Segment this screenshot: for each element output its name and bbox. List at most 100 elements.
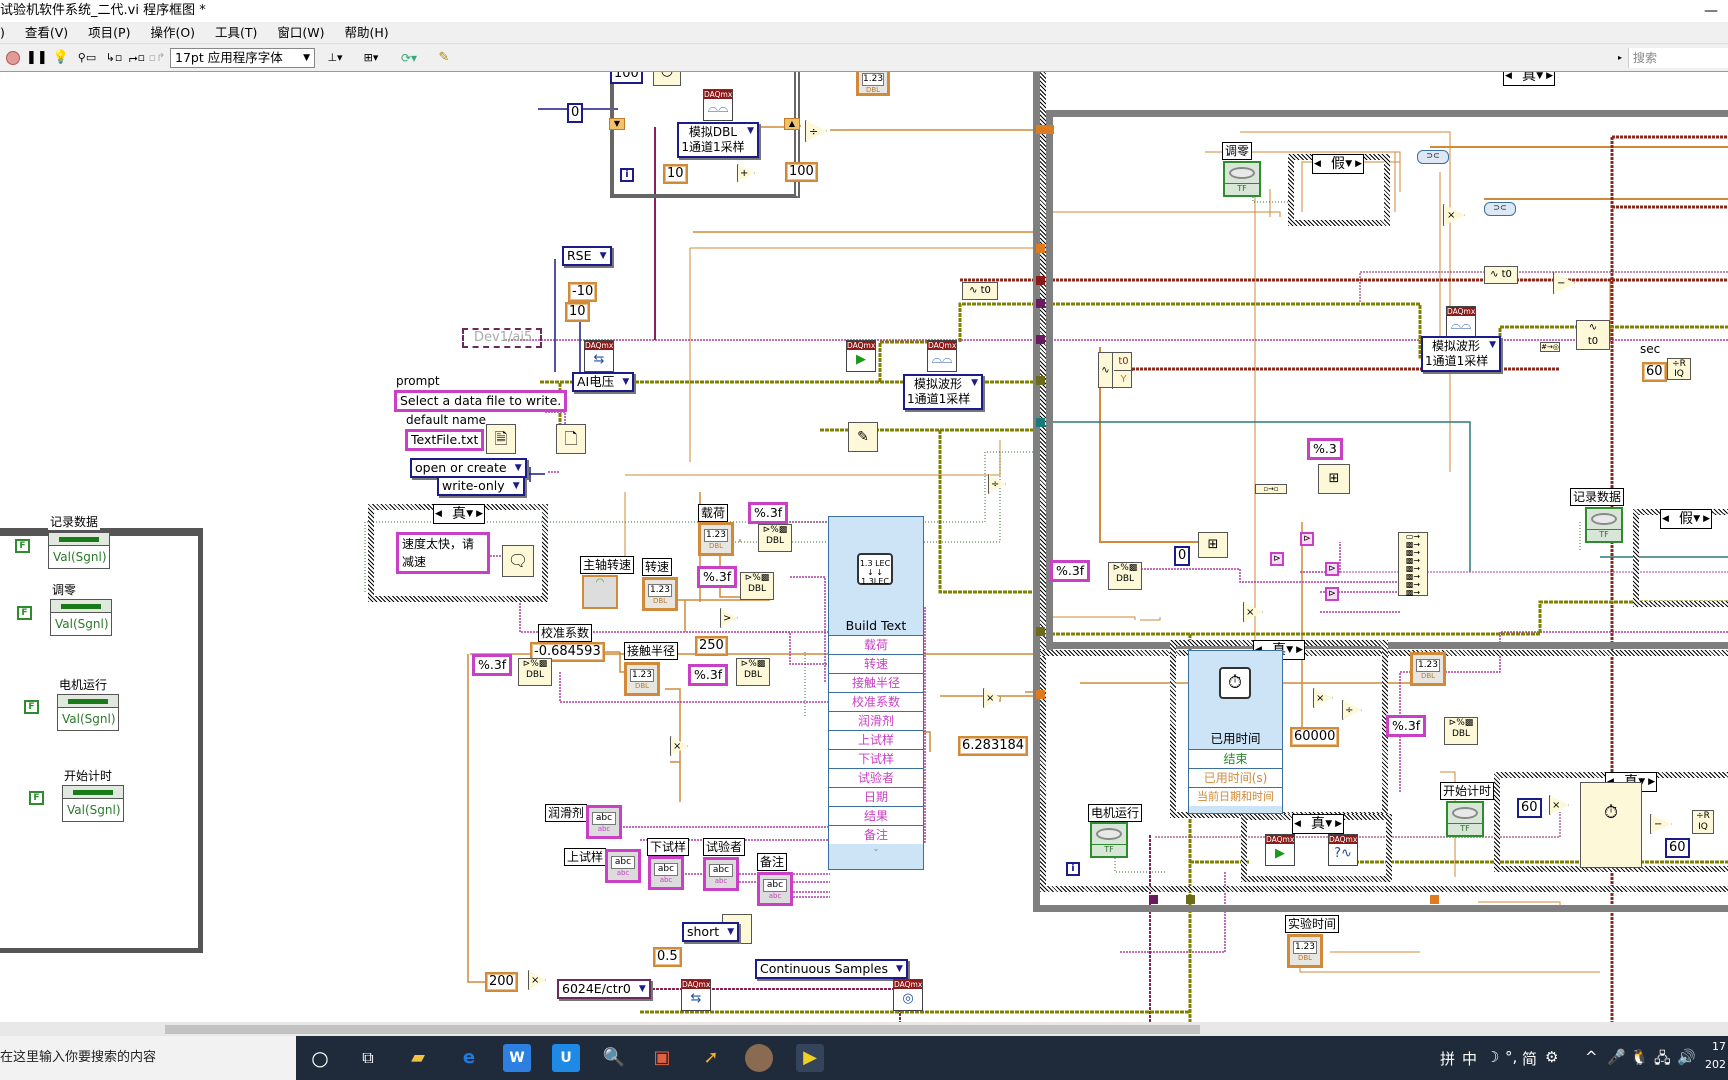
wait-ms-constant[interactable]: 100	[610, 72, 643, 84]
sample-mode-enum[interactable]: Continuous Samples	[755, 959, 908, 979]
build-text-input[interactable]: 备注	[829, 825, 923, 844]
number-to-string-node[interactable]: ⊳%▩ DBL	[736, 658, 770, 686]
build-text-output[interactable]: 结果	[829, 806, 923, 825]
format-string-constant[interactable]: %.3	[1307, 438, 1343, 460]
daqmx-read-node[interactable]: DAQmx ⌓⌓	[703, 89, 733, 121]
spindle-speed-gauge[interactable]: ◠	[582, 575, 618, 609]
highlight-execution-button[interactable]: 💡	[52, 48, 70, 68]
retain-wire-values-button[interactable]: ⚲▭	[76, 48, 98, 68]
build-text-input[interactable]: 上试样	[829, 730, 923, 749]
ime-pinyin-icon[interactable]: 拼	[1440, 1048, 1455, 1069]
ime-settings-icon[interactable]: ⚙	[1545, 1048, 1558, 1066]
pause-button[interactable]: ❚❚	[26, 48, 48, 68]
file-dialog-node[interactable]: 🗎	[486, 424, 516, 454]
daqmx-read-waveform-node[interactable]: DAQmx ⌓⌓	[1446, 306, 1476, 338]
two-pi-constant[interactable]: 6.283184	[958, 736, 1029, 756]
constant-60[interactable]: 60	[1665, 838, 1690, 858]
magnifier-icon[interactable]: 🔍	[600, 1044, 628, 1072]
zero-button[interactable]: TF	[1223, 161, 1261, 197]
task-view-icon[interactable]: ⧉	[354, 1044, 382, 1072]
search-options-arrow[interactable]: ▸	[1614, 48, 1626, 68]
taskbar-search[interactable]: 在这里输入你要搜索的内容	[0, 1036, 296, 1080]
menu-view[interactable]: 查看(V)	[25, 25, 68, 40]
open-mode-enum[interactable]: open or create	[410, 458, 527, 478]
format-string-constant[interactable]: %.3f	[1050, 560, 1091, 582]
menu-operate[interactable]: 操作(O)	[150, 25, 195, 40]
property-node-start-timer[interactable]: Val(Sgnl)	[62, 785, 124, 822]
menu-project[interactable]: 项目(P)	[88, 25, 130, 40]
distribute-button[interactable]: ⊞▾	[358, 48, 384, 68]
local-variable[interactable]: ⊃⊂	[1484, 202, 1516, 216]
remark-control[interactable]: abc abc	[757, 872, 793, 906]
format-string-constant[interactable]: %.3f	[748, 502, 789, 524]
case-selector[interactable]: 假	[1660, 509, 1712, 529]
number-to-string-node[interactable]: ⊳%▩ DBL	[1444, 717, 1478, 745]
physical-channel-constant[interactable]: Dev1/ai5	[462, 328, 542, 348]
menu-window[interactable]: 窗口(W)	[277, 25, 324, 40]
build-text-input[interactable]: 转速	[829, 654, 923, 673]
flat-sequence-frame[interactable]	[0, 528, 203, 953]
build-text-input[interactable]: 日期	[829, 787, 923, 806]
local-variable[interactable]: ⊃⊂	[1417, 150, 1449, 164]
shift-register-left[interactable]: ▼	[609, 118, 625, 130]
number-to-string-node[interactable]: ⊳%▩ DBL	[518, 658, 552, 686]
concatenate-strings-node[interactable]: ▭→ ▩→ ▩→ ▩→ ▩→ ▩→ ▩→ ▩→	[1398, 532, 1428, 597]
daqmx-is-task-done-node[interactable]: DAQmx ?∿	[1328, 834, 1358, 866]
quotient-remainder-function[interactable]: ÷R IQ	[1667, 358, 1691, 380]
network-icon[interactable]: 🖧	[1654, 1048, 1671, 1073]
tray-expand-icon[interactable]: ^	[1585, 1048, 1598, 1066]
powerpoint-icon[interactable]: ▣	[648, 1044, 676, 1072]
constant-200[interactable]: 200	[485, 972, 518, 992]
motor-run-button[interactable]: TF	[1090, 822, 1128, 858]
elapsed-time-output[interactable]: 当前日期和时间	[1189, 787, 1282, 806]
date-format-enum[interactable]: short	[682, 922, 740, 942]
wait-ms-icon[interactable]: ◷	[653, 72, 681, 86]
read-type-selector[interactable]: 模拟DBL 1通道1采样	[677, 122, 759, 158]
daqmx-create-counter-node[interactable]: DAQmx ⇆	[681, 979, 711, 1011]
lower-sample-control[interactable]: abc abc	[648, 856, 684, 890]
build-text-input[interactable]: 下试样	[829, 749, 923, 768]
build-text-input[interactable]: 接触半径	[829, 673, 923, 692]
build-text-express-vi[interactable]: 1.3 LEC ↓ ↓ 1.3LEC Build Text 载荷 转速 接触半径 校…	[828, 516, 924, 870]
align-button[interactable]: ⊥▾	[322, 48, 348, 68]
false-constant[interactable]: F	[24, 700, 39, 714]
file-explorer-icon[interactable]: ▰	[404, 1044, 432, 1072]
dbl-indicator[interactable]: 1.23 DBL	[1410, 652, 1446, 686]
case-selector[interactable]: 假	[1312, 154, 1364, 174]
upper-sample-control[interactable]: abc abc	[605, 849, 641, 883]
minimize-button[interactable]: —	[1704, 0, 1718, 22]
read-waveform-selector[interactable]: 模拟波形 1通道1采样	[1421, 336, 1501, 372]
elapsed-time-express-vi[interactable]: ⏱	[1580, 782, 1642, 868]
false-constant[interactable]: F	[29, 791, 44, 805]
false-constant[interactable]: F	[15, 539, 30, 553]
threshold-constant[interactable]: 250	[695, 636, 728, 656]
build-text-input[interactable]: 试验者	[829, 768, 923, 787]
labview-icon[interactable]: ▶	[796, 1044, 824, 1072]
format-string-constant[interactable]: %.3f	[472, 654, 513, 676]
ms-per-minute-constant[interactable]: 60000	[1290, 727, 1340, 747]
start-timer-button[interactable]: TF	[1446, 801, 1484, 837]
max-value-constant[interactable]: 10	[565, 302, 590, 322]
abort-button[interactable]	[4, 48, 22, 68]
block-diagram[interactable]: 记录数据 Val(Sgnl) F 调零 Val(Sgnl) F 电机运行 Val…	[0, 72, 1728, 1027]
speed-indicator[interactable]: 1.23 DBL	[642, 577, 678, 611]
elapsed-time-output[interactable]: 已用时间(s)	[1189, 768, 1282, 787]
index-constant[interactable]: 0	[1174, 546, 1191, 566]
clock-time[interactable]: 17	[1712, 1040, 1726, 1053]
contact-radius-indicator[interactable]: 1.23 DBL	[624, 662, 660, 696]
menu-tools[interactable]: 工具(T)	[215, 25, 257, 40]
ime-punctuation-icon[interactable]: °,	[1505, 1048, 1517, 1066]
constant-60[interactable]: 60	[1642, 362, 1667, 382]
build-text-input[interactable]: 校准系数	[829, 692, 923, 711]
cleanup-button[interactable]: ✎	[432, 48, 456, 68]
qq-icon[interactable]: 🐧	[1630, 1048, 1649, 1066]
quotient-remainder-function[interactable]: ÷R IQ	[1692, 810, 1714, 834]
elapsed-time-output[interactable]: 结束	[1189, 749, 1282, 768]
prompt-constant[interactable]: Select a data file to write.	[394, 390, 568, 412]
daqmx-timing-node[interactable]: DAQmx ◎	[893, 979, 923, 1011]
format-string-constant[interactable]: %.3f	[688, 664, 729, 686]
false-constant[interactable]: F	[17, 606, 32, 620]
cortana-icon[interactable]: ○	[306, 1044, 334, 1072]
build-waveform-node[interactable]: ∿ t0	[1576, 320, 1610, 350]
scrollbar-thumb[interactable]	[165, 1025, 1200, 1034]
